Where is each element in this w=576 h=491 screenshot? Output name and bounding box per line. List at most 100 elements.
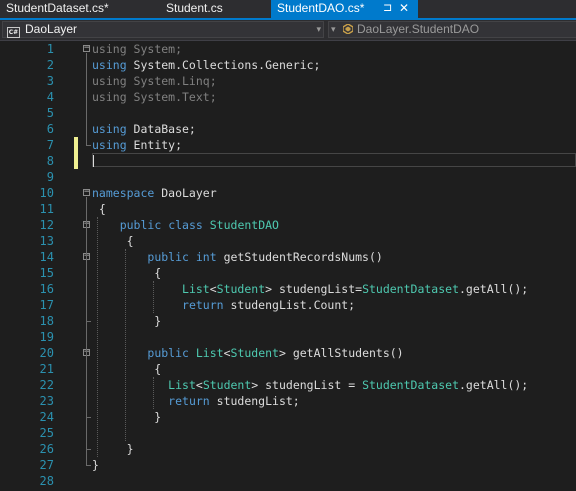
code-token: using	[92, 122, 127, 136]
code-token: return	[168, 394, 210, 408]
collapse-icon[interactable]: −	[83, 188, 90, 197]
code-token: {	[92, 202, 106, 216]
fold-outline	[86, 261, 87, 321]
code-token: > studengList=	[265, 282, 363, 296]
code-token: > getAllStudents()	[278, 346, 404, 360]
code-text: using DataBase;	[92, 121, 196, 137]
line-number: 17	[39, 298, 54, 312]
line-number: 3	[46, 74, 54, 88]
code-text: using System.Text;	[92, 89, 217, 105]
code-token: studengList;	[209, 394, 300, 408]
tab-label: Student.cs	[166, 1, 223, 15]
code-token: System;	[126, 42, 183, 56]
code-text: }	[92, 313, 161, 329]
class-icon	[343, 24, 353, 34]
code-token: System.Linq;	[126, 74, 217, 88]
line-number: 10	[39, 186, 54, 200]
fold-outline-end	[86, 417, 91, 418]
code-token: Student	[216, 282, 266, 296]
code-text: }	[92, 441, 134, 457]
code-token: List	[168, 378, 196, 392]
code-text: using Entity;	[92, 137, 182, 153]
collapse-icon[interactable]: −	[83, 44, 90, 53]
indent-guide	[97, 217, 98, 457]
code-token: StudentDataset	[362, 378, 459, 392]
line-number: 23	[39, 394, 54, 408]
code-token: public	[119, 218, 162, 232]
code-token: List	[182, 282, 210, 296]
line-number: 19	[39, 330, 54, 344]
type-dropdown[interactable]: ▾ DaoLayer.StudentDAO	[328, 21, 576, 38]
code-text: using System.Linq;	[92, 73, 217, 89]
code-token: List	[195, 346, 224, 360]
code-token: }	[92, 410, 162, 424]
code-text: }	[92, 409, 161, 425]
indent-guide	[125, 249, 126, 441]
code-text: {	[92, 361, 161, 377]
code-token: .getAll();	[459, 378, 529, 392]
code-token: namespace	[92, 186, 155, 200]
code-token: public	[147, 250, 189, 264]
code-token: using	[92, 42, 127, 56]
code-token: <	[195, 378, 203, 392]
code-line[interactable]: 8	[0, 153, 576, 169]
code-token: using	[92, 138, 127, 152]
code-line[interactable]: 28	[0, 473, 576, 489]
tab-student[interactable]: Student.cs	[160, 0, 270, 18]
code-token: class	[168, 218, 203, 232]
project-dropdown[interactable]: C# DaoLayer ▾	[2, 21, 324, 38]
chevron-down-icon: ▾	[316, 24, 321, 34]
code-text: {	[92, 201, 106, 217]
code-token: using	[92, 90, 127, 104]
code-token: StudentDAO	[209, 218, 279, 232]
current-line-highlight	[92, 153, 576, 167]
code-token: using	[92, 58, 127, 72]
tab-studentdataset[interactable]: StudentDataset.cs*	[0, 0, 152, 18]
fold-outline	[86, 53, 87, 145]
chevron-down-icon: ▾	[331, 24, 336, 34]
line-number: 8	[46, 154, 54, 168]
line-number: 21	[39, 362, 54, 376]
line-number: 16	[39, 282, 54, 296]
code-token: System.Text;	[126, 90, 217, 104]
line-number: 7	[46, 138, 54, 152]
code-token: studengList.Count;	[223, 298, 356, 312]
line-number: 9	[46, 170, 54, 184]
code-text: {	[92, 265, 161, 281]
line-number: 2	[46, 58, 54, 72]
document-tab-strip: StudentDataset.cs* Student.cs StudentDAO…	[0, 0, 576, 20]
code-token: .getAll();	[459, 282, 529, 296]
code-line[interactable]: 9	[0, 169, 576, 185]
tab-studentdao[interactable]: StudentDAO.cs* ⊐ ✕	[271, 0, 418, 18]
line-number: 11	[39, 202, 54, 216]
close-icon[interactable]: ✕	[399, 0, 409, 17]
navigation-bar: C# DaoLayer ▾ ▾ DaoLayer.StudentDAO	[0, 20, 576, 41]
indent-guide	[153, 281, 154, 313]
line-number: 20	[39, 346, 54, 360]
change-marker	[74, 137, 78, 153]
code-editor[interactable]: 1− using System; 2 using System.Collections…	[0, 41, 576, 491]
code-text: public List<Student> getAllStudents()	[92, 345, 404, 361]
line-number: 26	[39, 442, 54, 456]
code-token: StudentDataset	[362, 282, 459, 296]
fold-outline-end	[86, 321, 91, 322]
code-token: {	[92, 234, 134, 248]
code-text: namespace DaoLayer	[92, 185, 217, 201]
code-token: getStudentRecordsNums()	[216, 250, 383, 264]
code-token: using	[92, 74, 127, 88]
code-token: {	[92, 266, 162, 280]
line-number: 4	[46, 90, 54, 104]
pin-icon[interactable]: ⊐	[383, 0, 392, 17]
code-text: public int getStudentRecordsNums()	[92, 249, 383, 265]
code-text: return studengList;	[92, 393, 300, 409]
line-number: 27	[39, 458, 54, 472]
code-token: return	[182, 298, 224, 312]
code-token: DaoLayer	[154, 186, 217, 200]
